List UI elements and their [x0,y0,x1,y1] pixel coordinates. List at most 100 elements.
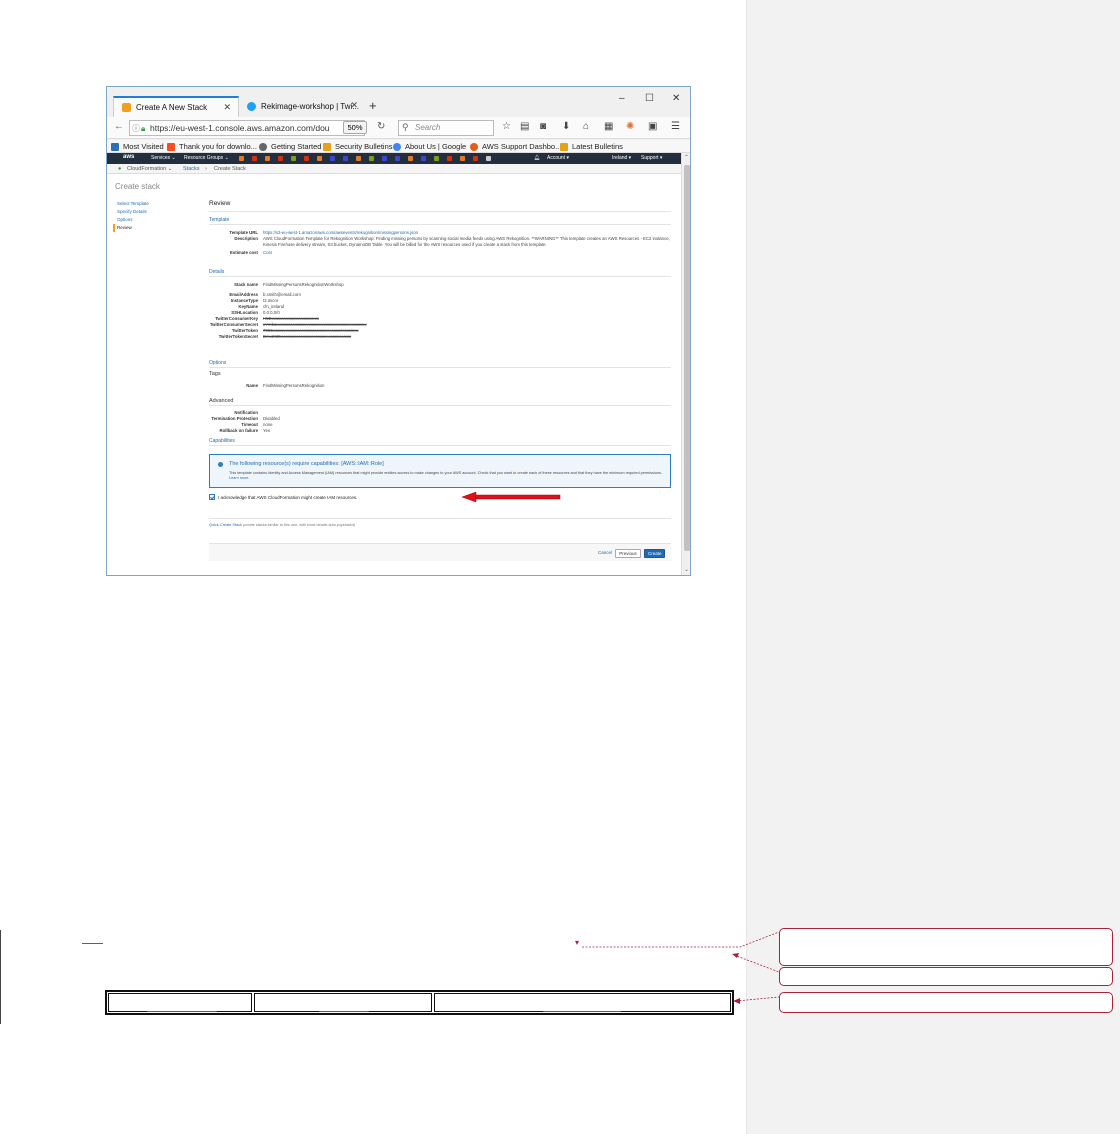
service-shortcut-icon[interactable] [369,156,374,161]
divider [209,276,671,277]
cost-link[interactable]: Cost [263,250,671,256]
row-key: SSHLocation [231,310,258,315]
service-shortcut-icon[interactable] [291,156,296,161]
services-menu[interactable]: Services ⌄ [151,155,176,161]
service-shortcut-icon[interactable] [252,156,257,161]
row-value: Disabled [263,416,280,421]
row-key: Name [246,383,258,388]
download-icon[interactable]: ⬇ [562,121,570,132]
service-dropdown[interactable]: CloudFormation ⌄ [127,166,172,172]
bookmark-most-visited[interactable]: Most Visited [111,142,164,151]
pocket-icon[interactable]: ◙ [540,121,546,132]
url-text: https://eu-west-1.console.aws.amazon.com… [150,123,330,133]
change-bar [0,930,1,1024]
bell-icon[interactable]: 🔔︎ [534,155,540,161]
service-shortcut-icon[interactable] [356,156,361,161]
service-shortcut-icon[interactable] [421,156,426,161]
tag-row: Name FindMissingPersonsRekognition [209,383,671,389]
service-shortcut-icon[interactable] [382,156,387,161]
firefox-addon-icon[interactable]: ✺ [626,121,634,132]
capabilities-body: This template contains Identity and Acce… [229,471,665,481]
comment-bubble[interactable] [779,967,1113,986]
bookmark-about-google[interactable]: About Us | Google [393,142,466,151]
windows-logo-icon [167,142,175,151]
url-bar[interactable]: ⓘ 🔒︎ https://eu-west-1.console.aws.amazo… [129,120,365,136]
table-cell[interactable] [254,993,432,1012]
breadcrumb-stacks[interactable]: Stacks [183,166,200,172]
support-menu[interactable]: Support ▾ [641,155,662,161]
tab-twitter[interactable]: Rekimage-workshop | Twi... ✕ [239,96,365,117]
resource-groups-menu[interactable]: Resource Groups ⌄ [184,155,229,161]
star-icon[interactable]: ☆ [502,121,511,132]
acknowledge-iam-checkbox[interactable] [209,494,215,500]
home-icon[interactable]: ⌂ [583,121,589,132]
service-shortcut-icon[interactable] [239,156,244,161]
table-cell[interactable] [108,993,252,1012]
bookmark-aws-support[interactable]: AWS Support Dashbo... [470,142,561,151]
reading-list-icon[interactable]: ▤ [520,121,529,132]
cancel-button[interactable]: Cancel [595,549,615,558]
info-icon [218,462,223,467]
service-shortcut-icon[interactable] [278,156,283,161]
search-input[interactable]: ⚲ Search [398,120,494,136]
tab-create-stack[interactable]: Create A New Stack ✕ [113,96,239,117]
close-tab-icon[interactable]: ✕ [350,100,358,111]
service-shortcut-icon[interactable] [330,156,335,161]
review-panel: Review Template Template URL https://s3-e… [209,174,671,575]
service-shortcut-icon[interactable] [434,156,439,161]
quick-create-link[interactable]: Quick-Create Stack [209,523,242,527]
bookmark-getting-started[interactable]: Getting Started [259,142,321,151]
template-url-link[interactable]: https://s3-eu-west-1.amazonaws.com/awsev… [263,230,671,236]
zoom-level[interactable]: 50% [343,121,367,134]
comment-bubble[interactable] [779,928,1113,966]
service-shortcut-icon[interactable] [343,156,348,161]
service-shortcut-icon[interactable] [473,156,478,161]
close-window-button[interactable]: ✕ [672,93,680,104]
extension-icon[interactable]: ▦ [604,121,613,132]
bookmark-label: Most Visited [123,142,164,151]
row-key: InstanceType [230,298,258,303]
container-icon[interactable]: ▣ [648,121,657,132]
scrollbar-thumb[interactable] [684,165,690,551]
close-tab-icon[interactable]: ✕ [223,102,231,113]
search-icon: ⚲ [402,122,409,132]
bookmark-security-bulletins[interactable]: Security Bulletins [323,142,393,151]
new-tab-button[interactable]: + [369,98,377,113]
row-key: Timeout [241,422,258,427]
info-icon[interactable]: ⓘ [132,123,140,134]
comment-bubble[interactable] [779,992,1113,1013]
minimize-button[interactable]: – [619,93,625,104]
browser-screenshot: Create A New Stack ✕ Rekimage-workshop |… [106,86,691,576]
region-menu[interactable]: Ireland ▾ [612,155,631,161]
service-shortcut-icon[interactable] [447,156,452,161]
service-shortcut-icon[interactable] [395,156,400,161]
row-value [263,410,671,416]
step-select-template[interactable]: Select Template [117,200,149,208]
service-shortcut-icon[interactable] [304,156,309,161]
service-shortcut-icon[interactable] [408,156,413,161]
bookmark-thank-you[interactable]: Thank you for downlo... [167,142,257,151]
step-specify-details[interactable]: Specify Details [117,208,149,216]
back-arrow-icon[interactable]: ← [114,121,124,132]
step-options[interactable]: Options [117,216,149,224]
aws-logo[interactable]: aws [123,154,134,160]
reload-icon[interactable]: ↻ [377,121,385,132]
scroll-up-icon[interactable]: ⌃ [684,154,689,161]
maximize-button[interactable]: ☐ [645,93,654,104]
step-review: Review [113,224,149,232]
account-menu[interactable]: Account ▾ [547,155,569,161]
advanced-heading: Advanced [209,398,234,404]
service-shortcut-icon[interactable] [460,156,465,161]
service-shortcut-icon[interactable] [317,156,322,161]
bookmark-latest-bulletins[interactable]: Latest Bulletins [560,142,623,151]
learn-more-link[interactable]: Learn more. [229,476,249,480]
pin-icon[interactable] [486,156,491,161]
create-button[interactable]: Create [644,549,665,558]
table-cell[interactable] [434,993,731,1012]
previous-button[interactable]: Previous [615,549,641,558]
scroll-down-icon[interactable]: ⌄ [684,566,689,573]
page-scrollbar[interactable]: ⌃ ⌄ [681,153,690,575]
service-shortcut-icon[interactable] [265,156,270,161]
menu-icon[interactable]: ☰ [671,121,680,132]
cloudformation-icon: ● [118,166,122,172]
